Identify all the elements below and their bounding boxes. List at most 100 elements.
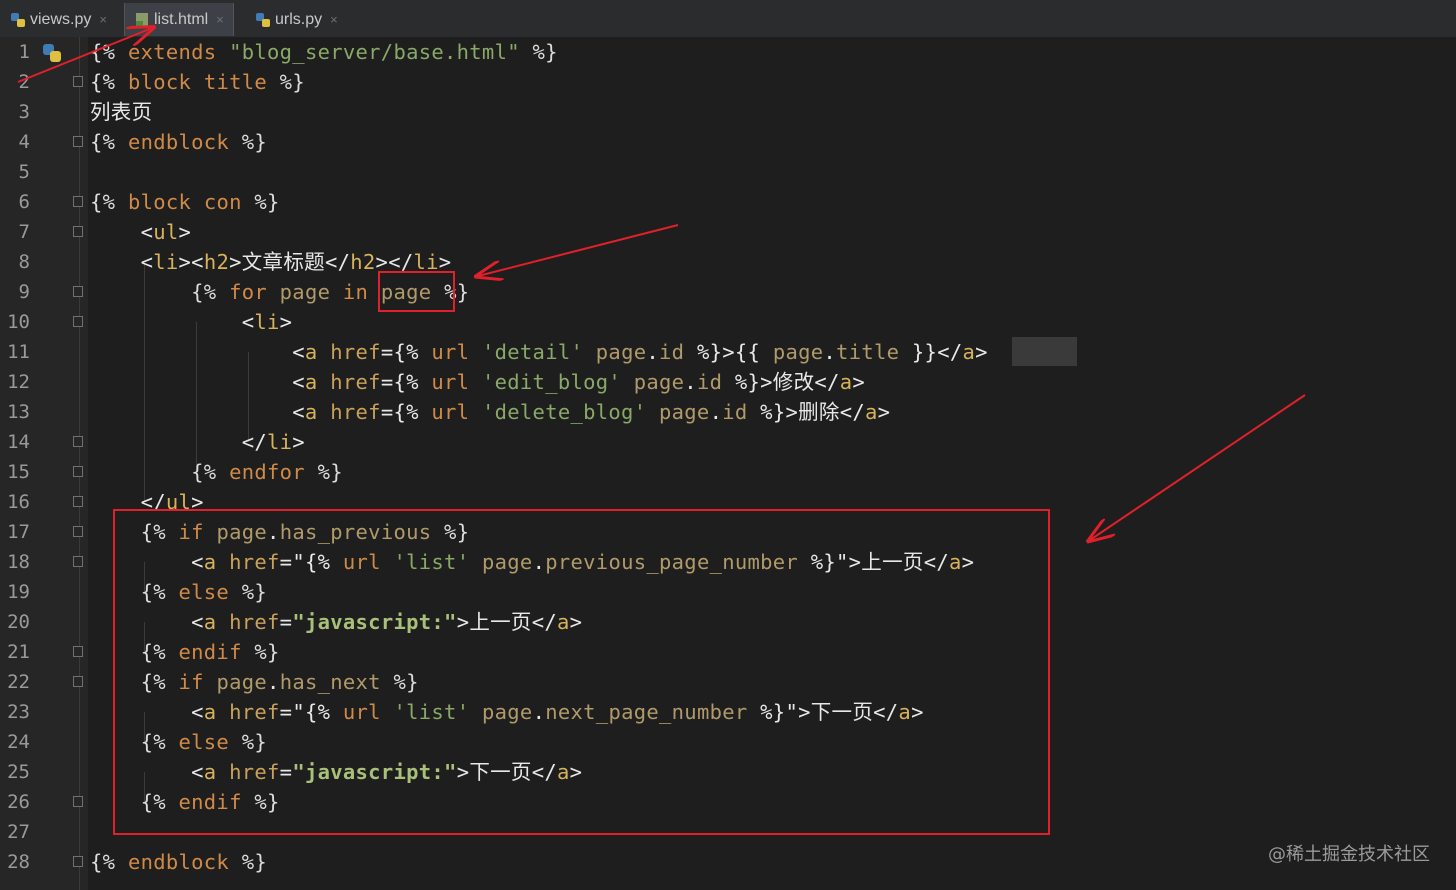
fold-marker-icon[interactable] (73, 136, 83, 147)
line-number: 11 (7, 341, 30, 363)
code-line[interactable]: 7 <ul> (0, 217, 1456, 247)
code-token: %} (304, 460, 343, 484)
fold-marker-icon[interactable] (73, 226, 83, 237)
line-number: 19 (7, 581, 30, 603)
code-token: a (304, 400, 318, 424)
python-file-icon (255, 12, 271, 28)
code-line[interactable]: 28 {% endblock %} (0, 847, 1456, 877)
fold-marker-icon[interactable] (73, 856, 83, 867)
tab-views-py[interactable]: views.py × (10, 3, 107, 36)
code-token: ul (153, 220, 179, 244)
code-token: . (823, 340, 837, 364)
code-line[interactable]: 4 {% endblock %} (0, 127, 1456, 157)
code-token: {% (90, 460, 230, 484)
fold-marker-icon[interactable] (73, 556, 83, 567)
code-line[interactable]: 15 {% endfor %} (0, 457, 1456, 487)
code-text: {% block title %} (90, 69, 305, 95)
code-line[interactable]: 1 {% extends "blog_server/base.html" %} (0, 37, 1456, 67)
code-token: < (90, 250, 154, 274)
code-token: a (839, 370, 853, 394)
line-number: 9 (18, 281, 30, 303)
line-number: 23 (7, 701, 30, 723)
code-line[interactable]: 8 <li><h2>文章标题</h2></li> (0, 247, 1456, 277)
code-token: {% (90, 130, 128, 154)
code-token: href (330, 400, 381, 424)
code-token: . (709, 400, 723, 424)
tab-urls-py[interactable]: urls.py × (255, 3, 338, 36)
fold-marker-icon[interactable] (73, 496, 83, 507)
code-line[interactable]: 5 (0, 157, 1456, 187)
code-token: 'delete_blog' (481, 400, 647, 424)
code-token: {% (90, 190, 128, 214)
code-token: < (90, 340, 305, 364)
code-token: }}</ (899, 340, 963, 364)
code-token: page (633, 370, 685, 394)
fold-marker-icon[interactable] (73, 286, 83, 297)
line-number: 13 (7, 401, 30, 423)
code-token: extends (127, 40, 217, 64)
code-line[interactable]: 6 {% block con %} (0, 187, 1456, 217)
fold-marker-icon[interactable] (73, 316, 83, 327)
fold-marker-icon[interactable] (73, 466, 83, 477)
line-number: 10 (7, 311, 30, 333)
tab-label: list.html (154, 10, 209, 28)
close-icon[interactable]: × (330, 12, 338, 27)
code-text: <li> (90, 309, 292, 335)
code-line[interactable]: 12 <a href={% url 'edit_blog' page.id %}… (0, 367, 1456, 397)
code-line[interactable]: 10 <li> (0, 307, 1456, 337)
code-token: >文章标题</ (229, 250, 351, 274)
editor-tab-bar: views.py × list.html × urls.py × (0, 0, 1456, 38)
fold-marker-icon[interactable] (73, 526, 83, 537)
code-line[interactable]: 13 <a href={% url 'delete_blog' page.id … (0, 397, 1456, 427)
code-token: {% (90, 70, 128, 94)
fold-marker-icon[interactable] (73, 646, 83, 657)
line-number: 6 (18, 191, 30, 213)
code-token: "blog_server/base.html" (229, 40, 520, 64)
code-text: 列表页 (90, 99, 152, 125)
code-text: <a href={% url 'detail' page.id %}>{{ pa… (90, 339, 988, 365)
code-line[interactable]: 14 </li> (0, 427, 1456, 457)
fold-marker-icon[interactable] (73, 436, 83, 447)
fold-marker-icon[interactable] (73, 196, 83, 207)
code-line[interactable]: 9 {% for page in page %} (0, 277, 1456, 307)
line-number: 25 (7, 761, 30, 783)
code-text: {% block con %} (90, 189, 280, 215)
code-token: 列表页 (90, 100, 153, 124)
code-token: ={% (380, 370, 432, 394)
line-number: 12 (7, 371, 30, 393)
code-token: > (975, 340, 988, 364)
code-token: ={% (380, 400, 432, 424)
close-icon[interactable]: × (216, 12, 224, 27)
line-number: 1 (18, 41, 30, 63)
code-line[interactable]: 2 {% block title %} (0, 67, 1456, 97)
line-number: 28 (7, 851, 30, 873)
code-token: id (659, 340, 685, 364)
line-number: 14 (7, 431, 30, 453)
code-line[interactable]: 11 <a href={% url 'detail' page.id %}>{{… (0, 337, 1456, 367)
fold-marker-icon[interactable] (73, 676, 83, 687)
code-token: a (304, 340, 318, 364)
code-token: title (836, 340, 900, 364)
fold-marker-icon[interactable] (73, 76, 83, 87)
tab-list-html[interactable]: list.html × (124, 3, 234, 36)
code-token: {% (90, 40, 128, 64)
code-text: <a href={% url 'edit_blog' page.id %}>修改… (90, 369, 865, 395)
code-token: page (772, 340, 824, 364)
line-number: 20 (7, 611, 30, 633)
code-token: id (722, 400, 748, 424)
line-number: 7 (18, 221, 30, 243)
line-number: 5 (18, 161, 30, 183)
code-line[interactable]: 3 列表页 (0, 97, 1456, 127)
line-number: 2 (18, 71, 30, 93)
line-number: 16 (7, 491, 30, 513)
code-text: {% endfor %} (90, 459, 343, 485)
tab-label: urls.py (275, 10, 323, 28)
fold-marker-icon[interactable] (73, 796, 83, 807)
close-icon[interactable]: × (99, 12, 107, 27)
